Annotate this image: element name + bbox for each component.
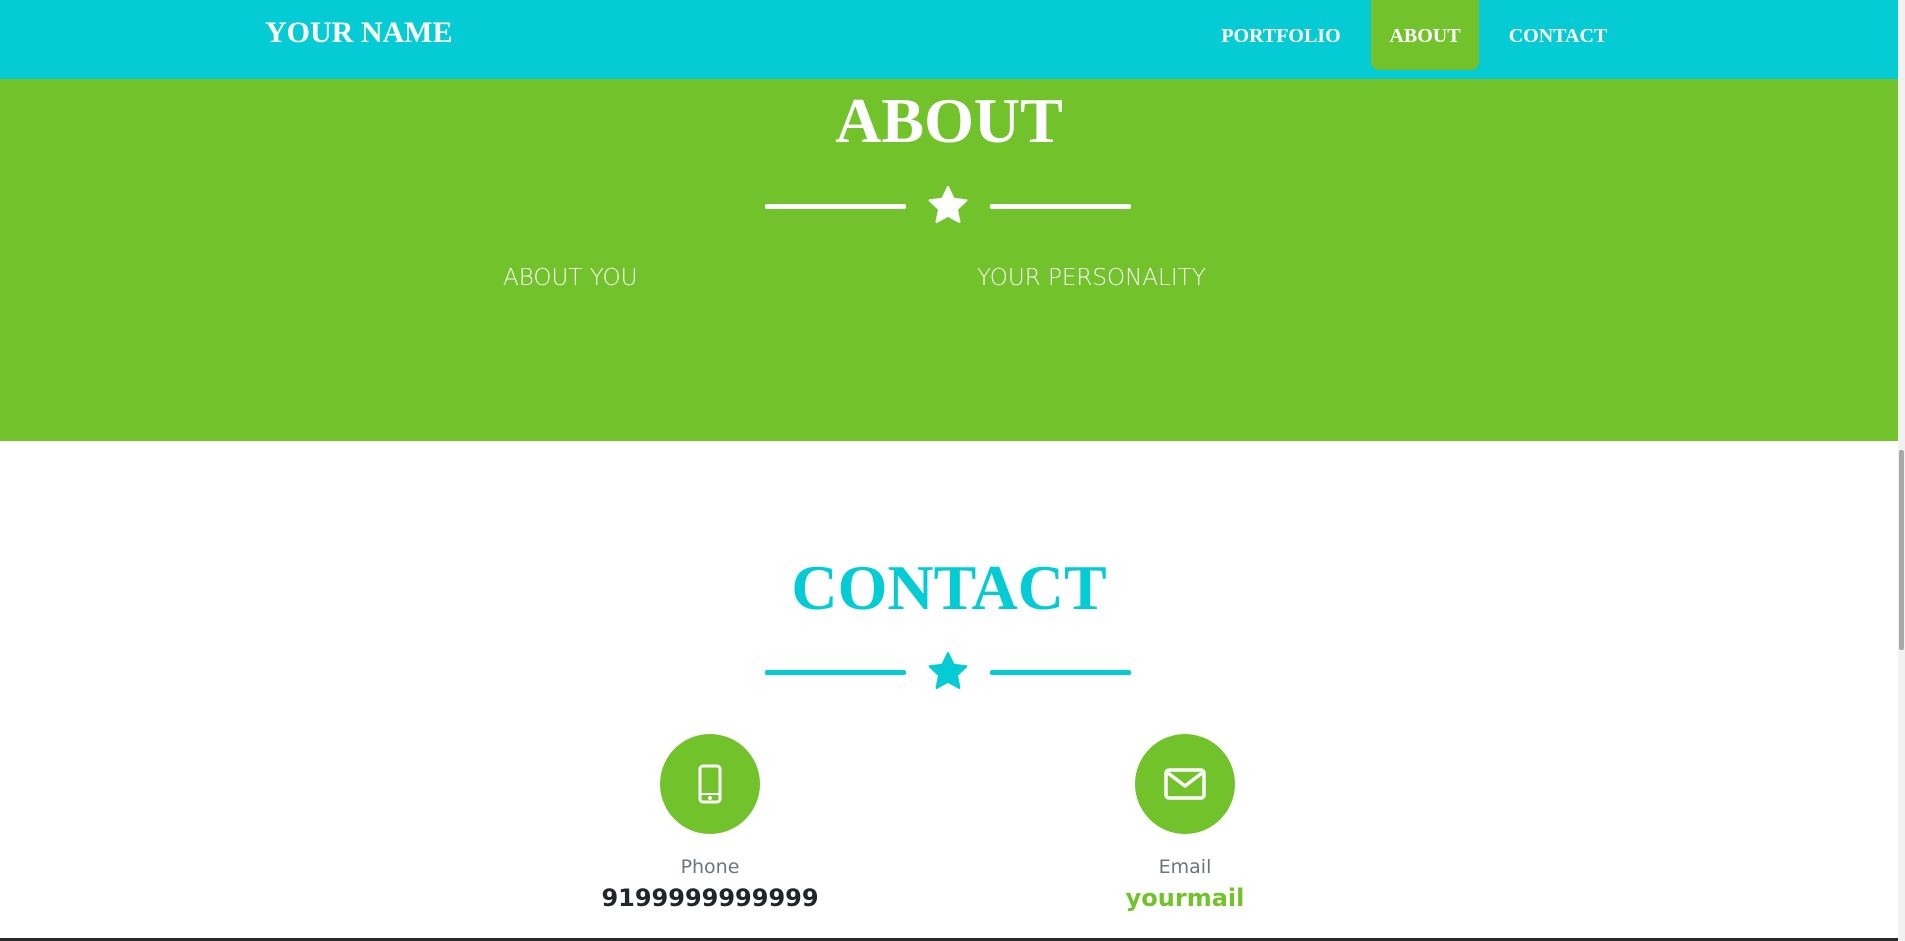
phone-circle[interactable]: [660, 734, 760, 834]
your-personality-text: YOUR PERSONALITY: [977, 265, 1206, 291]
nav-item-about[interactable]: ABOUT: [1371, 0, 1479, 70]
contact-heading: CONTACT: [791, 552, 1107, 623]
about-heading: ABOUT: [835, 85, 1063, 156]
envelope-icon: [1164, 768, 1206, 800]
email-circle[interactable]: [1135, 734, 1235, 834]
nav-item-contact[interactable]: CONTACT: [1495, 0, 1621, 70]
about-section: ABOUT ABOUT YOU YOUR PERSONALITY: [0, 79, 1898, 441]
page: YOUR NAME PORTFOLIO ABOUT CONTACT ABOUT …: [0, 0, 1905, 941]
nav-item-portfolio[interactable]: PORTFOLIO: [1205, 0, 1357, 70]
divider-line-left: [765, 670, 906, 675]
star-icon: [928, 186, 968, 224]
contact-divider: [765, 649, 1131, 695]
email-label: Email: [1158, 856, 1212, 878]
about-you-text: ABOUT YOU: [503, 265, 638, 291]
page-scrollbar[interactable]: [1898, 0, 1905, 941]
phone-value[interactable]: 9199999999999: [560, 884, 860, 912]
divider-line-right: [990, 204, 1131, 209]
divider-line-left: [765, 204, 906, 209]
divider-line-right: [990, 670, 1131, 675]
star-icon: [928, 652, 968, 690]
about-divider: [765, 183, 1131, 229]
scrollbar-thumb[interactable]: [1899, 450, 1904, 650]
mobile-phone-icon: [698, 764, 722, 804]
phone-label: Phone: [680, 856, 740, 878]
contact-email: Email yourmail: [1035, 734, 1335, 912]
top-navbar: YOUR NAME PORTFOLIO ABOUT CONTACT: [0, 0, 1898, 79]
email-value[interactable]: yourmail: [1035, 884, 1335, 912]
brand-name[interactable]: YOUR NAME: [265, 16, 453, 50]
contact-phone: Phone 9199999999999: [560, 734, 860, 912]
